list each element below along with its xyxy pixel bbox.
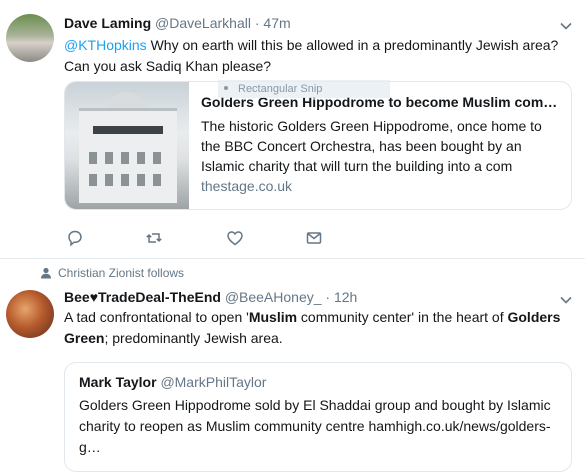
text-segment: community center' in the heart of (297, 309, 508, 325)
tweet-time[interactable]: 12h (334, 289, 357, 305)
tweet-header: Dave Laming @DaveLarkhall · 47m (64, 15, 291, 31)
tweet-text: A tad confrontational to open 'Muslim co… (64, 307, 574, 349)
card-domain: thestage.co.uk (201, 178, 293, 194)
text-bold-segment: Muslim (248, 309, 298, 325)
link-card[interactable]: Golders Green Hippodrome to become Musli… (64, 81, 572, 210)
avatar[interactable] (6, 290, 54, 338)
time-separator: · (254, 15, 260, 31)
tweet-dave-laming[interactable]: Dave Laming @DaveLarkhall · 47m @KTHopki… (0, 0, 585, 259)
text-segment: ; predominantly Jewish area. (104, 330, 283, 346)
snip-overlay-label: Rectangular Snip (238, 83, 323, 95)
tweet-actions (64, 229, 364, 247)
author-handle[interactable]: @DaveLarkhall (155, 15, 251, 31)
tweet-header: Bee♥TradeDeal-TheEnd @BeeAHoney_ · 12h (64, 289, 357, 305)
author-name-part2[interactable]: TradeDeal-TheEnd (98, 289, 221, 305)
direct-message-icon[interactable] (305, 229, 323, 247)
text-segment: A tad confrontational to open ' (64, 309, 249, 325)
like-icon[interactable] (226, 229, 244, 247)
tweet-text: @KTHopkins Why on earth will this be all… (64, 35, 569, 77)
chevron-down-icon[interactable] (559, 19, 573, 33)
snip-overlay: Rectangular Snip (218, 80, 390, 98)
avatar[interactable] (6, 14, 54, 62)
author-name-part1[interactable]: Bee (64, 289, 90, 305)
quoted-tweet-text: Golders Green Hippodrome sold by El Shad… (79, 397, 551, 455)
chevron-down-icon[interactable] (559, 293, 573, 307)
card-description: The historic Golders Green Hippodrome, o… (201, 118, 542, 174)
quoted-author-handle: @MarkPhilTaylor (160, 374, 267, 390)
quoted-tweet[interactable]: Mark Taylor @MarkPhilTaylor Golders Gree… (64, 362, 572, 472)
reply-icon[interactable] (66, 229, 84, 247)
card-image (65, 82, 189, 209)
time-separator: · (325, 289, 331, 305)
author-handle[interactable]: @BeeAHoney_ (225, 289, 322, 305)
mention-link[interactable]: @KTHopkins (64, 37, 147, 53)
tweet-time[interactable]: 47m (263, 15, 290, 31)
author-name[interactable]: Dave Laming (64, 15, 151, 31)
quoted-author-name: Mark Taylor (79, 374, 157, 390)
heart-emoji: ♥ (89, 289, 98, 305)
retweet-icon[interactable] (145, 229, 163, 247)
quoted-tweet-header: Mark Taylor @MarkPhilTaylor (79, 374, 266, 390)
